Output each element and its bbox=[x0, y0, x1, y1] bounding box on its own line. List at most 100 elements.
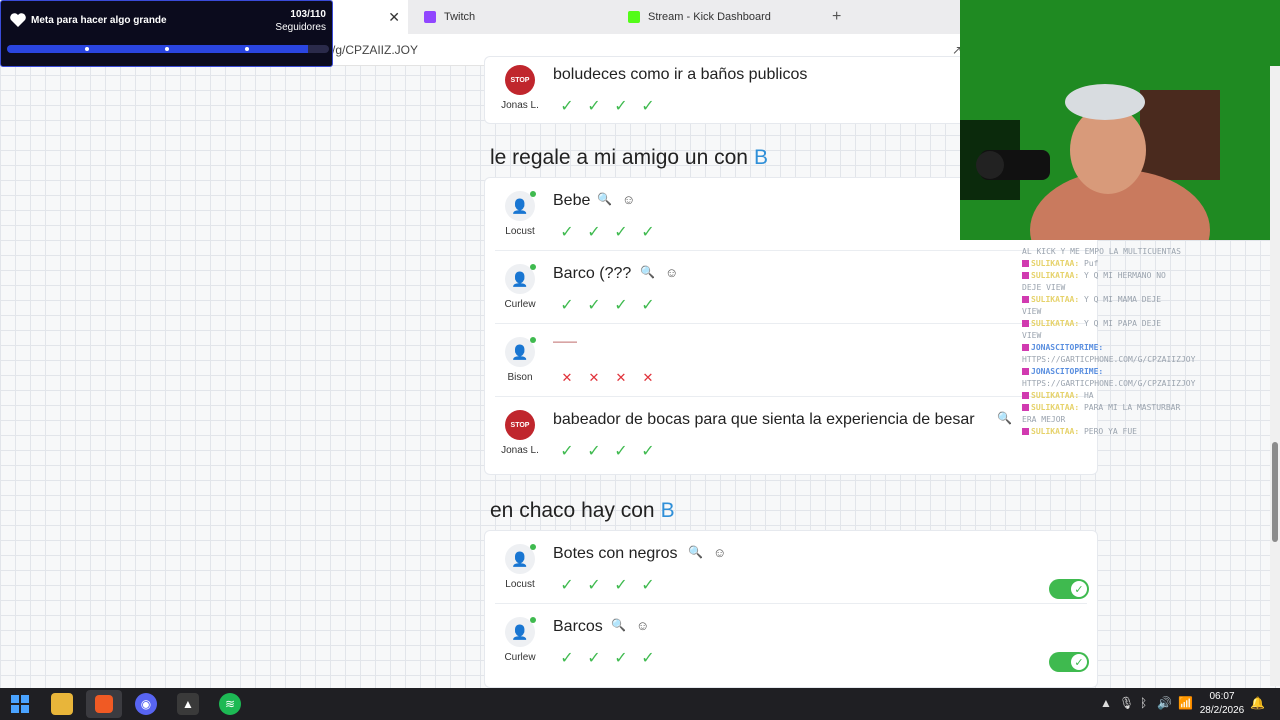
chat-badge-icon bbox=[1022, 404, 1029, 411]
answer-tools: 🔍 ☺ bbox=[688, 545, 726, 560]
answer-tools: 🔍 ☺ bbox=[611, 618, 649, 633]
react-icon[interactable]: ☺ bbox=[636, 618, 649, 633]
check-icon[interactable]: ✓ bbox=[557, 222, 577, 242]
goal-subtitle: Seguidores bbox=[275, 22, 326, 33]
check-icon[interactable]: ✓ bbox=[557, 441, 577, 461]
search-icon[interactable]: 🔍 bbox=[640, 265, 655, 280]
chat-message: SULIKATAA: Puf bbox=[1022, 258, 1182, 270]
page-scrollbar[interactable] bbox=[1270, 66, 1280, 686]
chat-badge-icon bbox=[1022, 344, 1029, 351]
user-icon: 👤 bbox=[511, 197, 529, 214]
close-tab-icon[interactable]: ✕ bbox=[388, 9, 400, 26]
volume-icon[interactable]: 🔊 bbox=[1157, 696, 1172, 710]
check-icon[interactable]: ✓ bbox=[557, 96, 577, 116]
username: Jonas L. bbox=[501, 100, 539, 111]
wifi-icon[interactable]: 📶 bbox=[1178, 696, 1193, 710]
answer-row: 👤 Curlew Barcos 🔍 ☺ ✓ ✓ ✓ ✓ ✓ bbox=[485, 604, 1097, 677]
prompt-heading: en chaco hay con B bbox=[490, 499, 675, 523]
app-icon[interactable]: ▲ bbox=[177, 693, 199, 715]
avatar: 👤 bbox=[505, 191, 536, 221]
check-icon[interactable]: ✓ bbox=[638, 441, 658, 461]
check-icon[interactable]: ✓ bbox=[584, 648, 604, 668]
answer-text: babeador de bocas para que sienta la exp… bbox=[553, 411, 975, 428]
tab-twitch[interactable]: Twitch bbox=[424, 0, 475, 34]
cross-icon[interactable]: ✕ bbox=[638, 368, 658, 388]
check-icon[interactable]: ✓ bbox=[638, 295, 658, 315]
accept-toggle[interactable]: ✓ bbox=[1049, 579, 1089, 599]
chat-badge-icon bbox=[1022, 368, 1029, 375]
prompt-text: en chaco hay con bbox=[490, 499, 655, 522]
check-icon[interactable]: ✓ bbox=[557, 575, 577, 595]
chat-username: SULIKATAA: bbox=[1031, 319, 1084, 328]
check-icon[interactable]: ✓ bbox=[638, 222, 658, 242]
search-icon[interactable]: 🔍 bbox=[997, 411, 1012, 425]
chat-text: HTTPS://GARTICPHONE.COM/G/CPZAIIZJOY bbox=[1022, 355, 1196, 364]
answer-tools: 🔍 ☺ bbox=[597, 192, 635, 207]
vote-checks: ✓ ✓ ✓ ✓ bbox=[557, 441, 658, 461]
cross-icon[interactable]: ✕ bbox=[584, 368, 604, 388]
system-clock[interactable]: 06:07 28/2/2026 bbox=[1196, 690, 1248, 718]
check-icon[interactable]: ✓ bbox=[584, 575, 604, 595]
check-icon[interactable]: ✓ bbox=[557, 648, 577, 668]
search-icon[interactable]: 🔍 bbox=[611, 618, 626, 633]
discord-icon[interactable]: ◉ bbox=[135, 693, 157, 715]
chat-username: SULIKATAA: bbox=[1031, 295, 1084, 304]
react-icon[interactable]: ☺ bbox=[713, 545, 726, 560]
microphone-icon[interactable]: 🎙 bbox=[1119, 696, 1134, 710]
check-icon[interactable]: ✓ bbox=[611, 575, 631, 595]
search-icon[interactable]: 🔍 bbox=[597, 192, 612, 207]
check-icon[interactable]: ✓ bbox=[638, 96, 658, 116]
check-icon[interactable]: ✓ bbox=[611, 96, 631, 116]
brave-browser-icon[interactable] bbox=[86, 690, 122, 718]
online-dot bbox=[530, 337, 536, 343]
check-icon[interactable]: ✓ bbox=[584, 295, 604, 315]
avatar: 👤 bbox=[505, 617, 536, 647]
check-icon[interactable]: ✓ bbox=[584, 441, 604, 461]
user-icon: 👤 bbox=[511, 270, 529, 287]
accept-toggle[interactable]: ✓ bbox=[1049, 652, 1089, 672]
tab-label: Stream - Kick Dashboard bbox=[648, 11, 771, 23]
username: Curlew bbox=[504, 652, 536, 663]
online-dot bbox=[530, 617, 536, 623]
check-icon[interactable]: ✓ bbox=[611, 222, 631, 242]
cross-icon[interactable]: ✕ bbox=[557, 368, 577, 388]
clock-time: 06:07 bbox=[1209, 691, 1235, 702]
chat-username: JONASCITOPRIME: bbox=[1031, 367, 1104, 376]
tab-label: Twitch bbox=[444, 11, 476, 23]
goal-marker bbox=[85, 47, 89, 51]
bluetooth-icon[interactable]: ᛒ bbox=[1140, 696, 1147, 710]
check-icon[interactable]: ✓ bbox=[638, 648, 658, 668]
vote-checks: ✓ ✓ ✓ ✓ bbox=[557, 648, 658, 668]
tray-chevron-icon[interactable]: ▲ bbox=[1100, 696, 1112, 710]
search-icon[interactable]: 🔍 bbox=[688, 545, 703, 560]
notification-bell-icon[interactable]: 🔔 bbox=[1250, 696, 1265, 710]
chat-badge-icon bbox=[1022, 320, 1029, 327]
check-icon[interactable]: ✓ bbox=[611, 441, 631, 461]
answer-tools: 🔍 bbox=[997, 411, 1012, 425]
spotify-icon[interactable]: ≋ bbox=[219, 693, 241, 715]
react-icon[interactable]: ☺ bbox=[665, 265, 678, 280]
answer-row: 👤 Locust Botes con negros 🔍 ☺ ✓ ✓ ✓ ✓ ✓ bbox=[485, 531, 1097, 604]
url-text[interactable]: /g/CPZAIIZ.JOY bbox=[332, 43, 418, 57]
username: Locust bbox=[505, 226, 535, 237]
goal-marker bbox=[245, 47, 249, 51]
windows-start-icon[interactable] bbox=[9, 693, 31, 715]
check-icon[interactable]: ✓ bbox=[611, 648, 631, 668]
tab-active[interactable]: ✕ bbox=[333, 0, 408, 34]
new-tab-button[interactable]: + bbox=[832, 0, 841, 34]
tab-kick-dashboard[interactable]: Stream - Kick Dashboard bbox=[628, 0, 771, 34]
file-explorer-icon[interactable] bbox=[51, 693, 73, 715]
chat-username: SULIKATAA: bbox=[1031, 271, 1084, 280]
avatar: STOP bbox=[505, 410, 535, 440]
react-icon[interactable]: ☺ bbox=[622, 192, 635, 207]
scrollbar-thumb[interactable] bbox=[1272, 442, 1278, 542]
check-icon[interactable]: ✓ bbox=[557, 295, 577, 315]
check-icon[interactable]: ✓ bbox=[584, 222, 604, 242]
check-icon[interactable]: ✓ bbox=[638, 575, 658, 595]
cross-icon[interactable]: ✕ bbox=[611, 368, 631, 388]
goal-count: 103/110 bbox=[290, 9, 326, 20]
check-icon[interactable]: ✓ bbox=[611, 295, 631, 315]
check-icon[interactable]: ✓ bbox=[584, 96, 604, 116]
avatar: 👤 bbox=[505, 264, 536, 294]
chat-text: HTTPS://GARTICPHONE.COM/G/CPZAIIZJOY bbox=[1022, 379, 1196, 388]
